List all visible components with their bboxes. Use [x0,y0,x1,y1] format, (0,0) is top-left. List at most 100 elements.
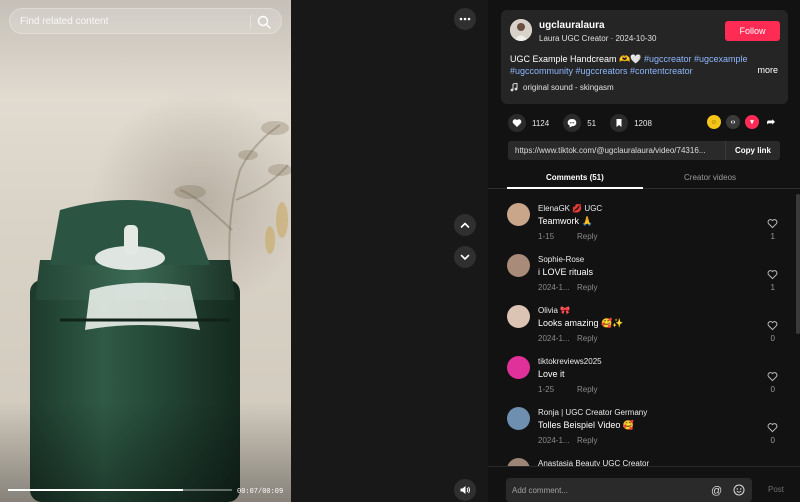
chevron-up-icon [460,222,470,228]
video-overlay [0,0,291,502]
author-subtitle: Laura UGC Creator · 2024-10-30 [539,34,657,43]
comment-like-icon[interactable] [767,320,778,331]
reply-button[interactable]: Reply [577,436,597,445]
details-panel: ugclauralaura Laura UGC Creator · 2024-1… [488,0,800,502]
commenter-name[interactable]: Anastasia Beauty UGC Creator [538,459,649,466]
caption-text: UGC Example Handcream 🫶🤍 [510,54,644,64]
ellipsis-icon [459,17,471,21]
sound-name: original sound - skingasm [523,83,614,92]
comment-date: 2024-1... [538,436,570,445]
share-options: ☺ ‹› ▾ ➦ [707,115,778,129]
emoji-icon[interactable] [733,484,745,496]
comment-like-count: 1 [770,283,775,292]
comment-like-icon[interactable] [767,269,778,280]
bookmark-icon [610,114,629,132]
commenter-name[interactable]: Olivia 🎀 [538,306,570,315]
mention-icon[interactable]: @ [711,485,722,497]
save-button[interactable]: 1208 [610,114,652,132]
comment-bubble-icon [563,114,582,132]
video-timecode: 00:07/00:09 [237,488,284,496]
commenter-avatar[interactable] [507,203,530,226]
comment-text: Looks amazing 🥰✨ [538,318,624,328]
heart-icon [508,114,526,132]
comment-list[interactable]: ElenaGK 💋 UGC Teamwork 🙏 1-15 Reply 1 Sophie-… [488,198,800,466]
send-icon[interactable]: ▾ [745,115,759,129]
tab-comments[interactable]: Comments (51) [546,173,604,182]
chevron-down-icon [460,254,470,260]
comment-item: ElenaGK 💋 UGC Teamwork 🙏 1-15 Reply 1 [488,198,800,249]
save-count: 1208 [634,118,652,128]
share-arrow-icon[interactable]: ➦ [764,115,778,129]
video-side-controls [291,0,488,502]
comment-item: tiktokreviews2025 Love it 1-25 Reply 0 [488,351,800,402]
comment-like-icon[interactable] [767,218,778,229]
reply-button[interactable]: Reply [577,232,597,241]
reply-button[interactable]: Reply [577,283,597,292]
friends-share-icon[interactable]: ☺ [707,115,721,129]
commenter-name[interactable]: ElenaGK 💋 UGC [538,204,602,213]
comment-composer: @ Post [488,466,800,502]
search-input[interactable] [20,15,250,27]
comment-text: i LOVE rituals [538,267,594,277]
more-options-button[interactable] [454,8,476,30]
comment-text: Tolles Beispiel Video 🥰 [538,420,635,430]
caption-hashtags-1[interactable]: #ugccreator #ugcexample [644,54,748,64]
active-tab-indicator [507,187,643,189]
comment-like-count: 0 [770,385,775,394]
author-card: ugclauralaura Laura UGC Creator · 2024-1… [501,10,788,104]
comment-date: 1-15 [538,232,555,241]
comment-like-count: 0 [770,334,775,343]
engagement-actions: 1124 51 1208 [508,113,666,133]
sound-link[interactable]: original sound - skingasm [510,83,614,92]
like-button[interactable]: 1124 [508,114,549,132]
video-player[interactable]: 00:07/00:09 [0,0,291,502]
author-username[interactable]: ugclauralaura [539,20,605,31]
copy-link-button[interactable]: Copy link [725,141,780,160]
speaker-icon [460,486,470,494]
comment-like-count: 1 [770,232,775,241]
search-icon[interactable] [257,15,271,29]
comment-item: Olivia 🎀 Looks amazing 🥰✨ 2024-1... Reply 0 [488,300,800,351]
volume-button[interactable] [454,479,476,501]
search-bar[interactable] [9,8,282,34]
comment-text: Love it [538,369,565,379]
commenter-name[interactable]: Ronja | UGC Creator Germany [538,408,647,417]
commenter-avatar[interactable] [507,407,530,430]
comment-item: Sophie-Rose i LOVE rituals 2024-1... Reply 1 [488,249,800,300]
comment-text: Teamwork 🙏 [538,216,593,226]
comment-date: 2024-1... [538,334,570,343]
avatar-image [510,19,532,41]
commenter-name[interactable]: tiktokreviews2025 [538,357,602,366]
comment-like-icon[interactable] [767,422,778,433]
author-avatar[interactable] [510,19,532,41]
tab-creator-videos[interactable]: Creator videos [684,173,736,182]
commenter-avatar[interactable] [507,305,530,328]
panel-tabs: Comments (51) Creator videos [488,168,800,189]
reply-button[interactable]: Reply [577,385,597,394]
embed-icon[interactable]: ‹› [726,115,740,129]
like-count: 1124 [532,118,550,128]
caption-more-button[interactable]: more [757,65,778,75]
reply-button[interactable]: Reply [577,334,597,343]
comment-like-icon[interactable] [767,371,778,382]
video-caption: UGC Example Handcream 🫶🤍 #ugccreator #ug… [510,53,772,77]
caption-hashtags-2[interactable]: #ugccommunity #ugccreators #contentcreat… [510,66,693,76]
commenter-name[interactable]: Sophie-Rose [538,255,584,264]
comment-item: Anastasia Beauty UGC Creator [488,453,800,466]
comment-button[interactable]: 51 [563,114,596,132]
comment-date: 2024-1... [538,283,570,292]
commenter-avatar[interactable] [507,458,530,466]
post-comment-button[interactable]: Post [768,485,784,494]
previous-video-button[interactable] [454,214,476,236]
commenter-avatar[interactable] [507,356,530,379]
comment-scrollbar[interactable] [796,190,800,466]
scrollbar-thumb[interactable] [796,194,800,334]
commenter-avatar[interactable] [507,254,530,277]
video-progress-bar[interactable] [8,489,232,491]
video-url: https://www.tiktok.com/@ugclauralaura/vi… [515,146,706,155]
follow-button[interactable]: Follow [725,21,780,41]
video-link-box: https://www.tiktok.com/@ugclauralaura/vi… [508,141,780,160]
next-video-button[interactable] [454,246,476,268]
comment-count: 51 [587,118,597,128]
comment-like-count: 0 [770,436,775,445]
